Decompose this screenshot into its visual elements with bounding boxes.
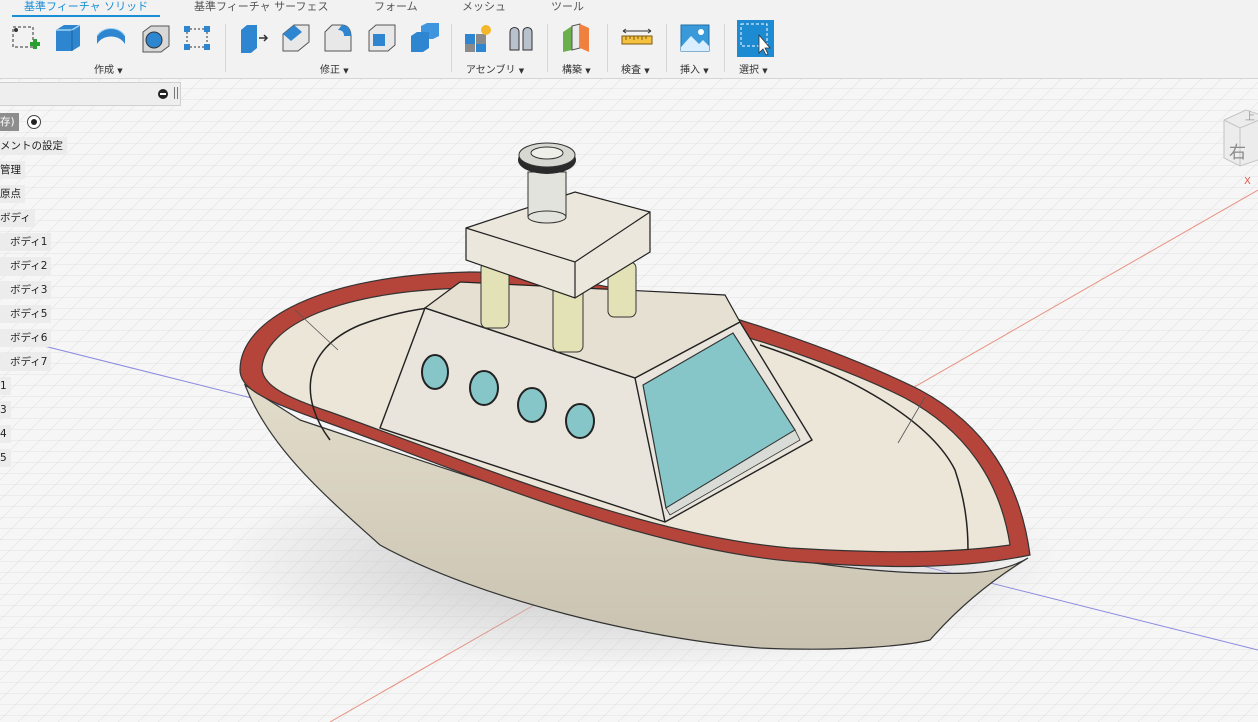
active-radio-icon[interactable] xyxy=(27,115,41,129)
browser-body-item[interactable]: ボディ3 xyxy=(0,281,52,299)
browser-sketch-item[interactable]: 3 xyxy=(0,401,11,419)
construct-group-label[interactable]: 構築 ▼ xyxy=(562,61,591,76)
browser-header xyxy=(0,82,181,106)
browser-sketch-item[interactable]: 4 xyxy=(0,425,11,443)
offset-plane-icon[interactable] xyxy=(560,22,592,54)
modify-group-label[interactable]: 修正 ▼ xyxy=(320,61,349,76)
select-tool-icon[interactable] xyxy=(737,20,774,57)
toolbar-divider xyxy=(666,24,667,72)
toolbar-divider xyxy=(607,24,608,72)
tab-surface[interactable]: 基準フィーチャ サーフェス xyxy=(194,0,329,16)
tab-solid[interactable]: 基準フィーチャ ソリッド xyxy=(24,0,148,16)
browser-body-item[interactable]: ボディ6 xyxy=(0,329,52,347)
browser-body-item[interactable]: ボディ2 xyxy=(0,257,52,275)
workspace-tabs: 基準フィーチャ ソリッド 基準フィーチャ サーフェス フォーム メッシュ ツール xyxy=(0,0,1258,18)
active-tab-indicator xyxy=(12,15,160,17)
create-sketch-icon[interactable] xyxy=(10,22,42,54)
measure-icon[interactable] xyxy=(621,22,653,54)
toolbar-divider xyxy=(225,24,226,72)
fillet-icon[interactable] xyxy=(280,22,312,54)
hole-box-icon[interactable] xyxy=(139,22,171,54)
joint-icon[interactable] xyxy=(505,22,537,54)
browser-body-item[interactable]: ボディ1 xyxy=(0,233,52,251)
browser-sketch-item[interactable]: 5 xyxy=(0,449,11,467)
panel-resize-handle-icon[interactable] xyxy=(174,87,178,99)
browser-sketch-item[interactable]: 1 xyxy=(0,377,11,395)
extrude-box-icon[interactable] xyxy=(52,22,84,54)
chamfer-icon[interactable] xyxy=(322,22,354,54)
viewport-canvas[interactable] xyxy=(0,0,1258,722)
collapse-icon[interactable] xyxy=(158,89,168,99)
tab-mesh[interactable]: メッシュ xyxy=(462,0,506,16)
insert-image-icon[interactable] xyxy=(679,22,711,54)
viewcube-right-label[interactable]: 右 xyxy=(1229,138,1246,163)
press-pull-icon[interactable] xyxy=(237,22,269,54)
toolbar-divider xyxy=(547,24,548,72)
x-axis-label: X xyxy=(1244,176,1251,187)
browser-bodies-folder[interactable]: ボディ xyxy=(0,209,35,227)
revolve-icon[interactable] xyxy=(95,22,127,54)
browser-doc-settings[interactable]: メントの設定 xyxy=(0,137,67,155)
assemble-group-label[interactable]: アセンブリ ▼ xyxy=(466,61,524,76)
viewcube-top-label[interactable]: 上 xyxy=(1245,108,1255,123)
create-group-label[interactable]: 作成 ▼ xyxy=(94,61,123,76)
tab-form[interactable]: フォーム xyxy=(374,0,418,16)
insert-group-label[interactable]: 挿入 ▼ xyxy=(680,61,709,76)
combine-icon[interactable] xyxy=(409,22,441,54)
toolbar-divider xyxy=(724,24,725,72)
browser-named-views[interactable]: 管理 xyxy=(0,161,25,179)
select-group-label[interactable]: 選択 ▼ xyxy=(739,61,768,76)
browser-origin[interactable]: 原点 xyxy=(0,185,25,203)
browser-body-item[interactable]: ボディ7 xyxy=(0,353,52,371)
new-component-icon[interactable] xyxy=(462,22,494,54)
shell-icon[interactable] xyxy=(366,22,398,54)
browser-document-node[interactable]: 存) xyxy=(0,113,19,131)
inspect-group-label[interactable]: 検査 ▼ xyxy=(621,61,650,76)
ribbon-toolbar: 作成 ▼ 修正 ▼ アセンブリ ▼ 構築 ▼ 検査 ▼ 挿入 ▼ 選択 ▼ xyxy=(0,18,1258,79)
tab-tools[interactable]: ツール xyxy=(551,0,584,16)
pattern-icon[interactable] xyxy=(181,22,213,54)
toolbar-divider xyxy=(451,24,452,72)
browser-body-item[interactable]: ボディ5 xyxy=(0,305,52,323)
